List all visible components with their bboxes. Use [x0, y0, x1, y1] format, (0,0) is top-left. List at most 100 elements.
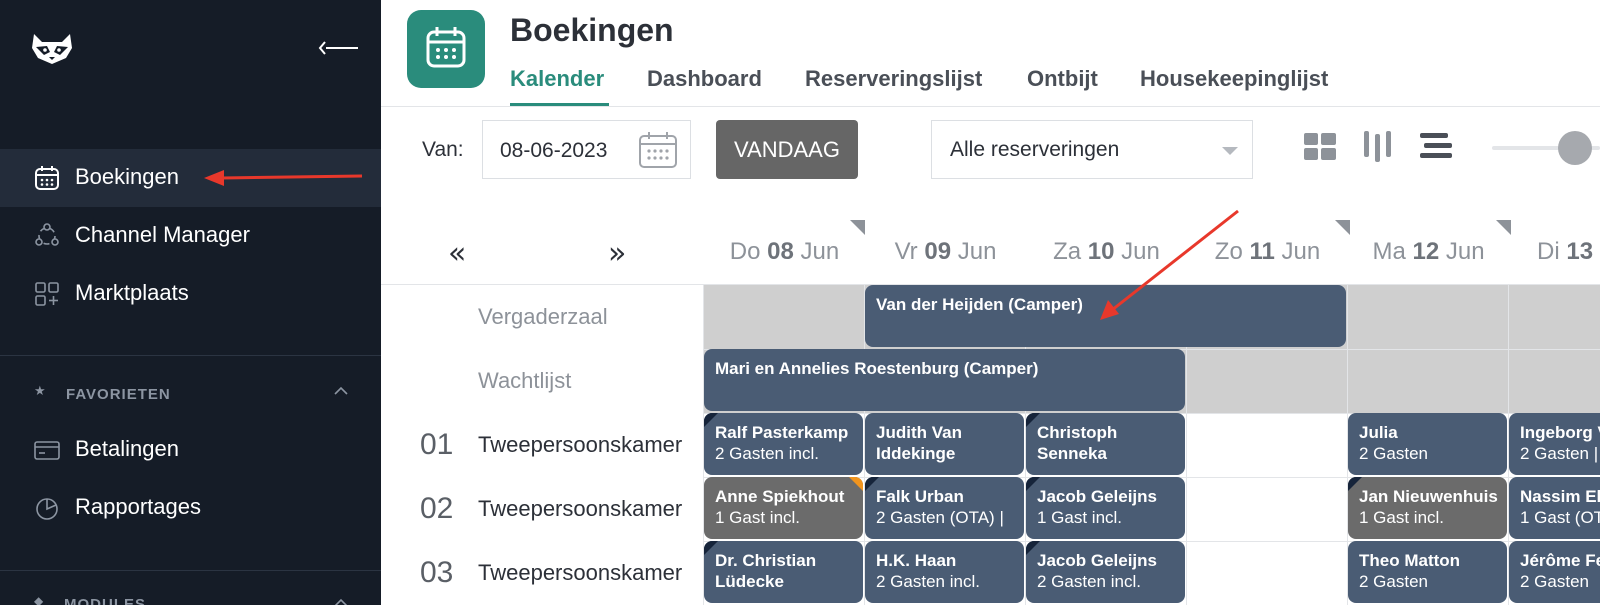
day-header[interactable]: Do 08 Jun — [704, 238, 865, 266]
tab-reserveringslijst[interactable]: Reserveringslijst — [805, 66, 982, 92]
day-header[interactable]: Ma 12 Jun — [1348, 238, 1509, 266]
day-of-week: Vr — [894, 238, 918, 265]
day-header[interactable]: Di 13 — [1509, 238, 1600, 266]
grid-view-icon[interactable] — [1302, 128, 1338, 164]
booking-block[interactable]: H.K. Haan 2 Gasten incl. — [865, 541, 1024, 603]
day-month: Jun — [800, 238, 840, 265]
sidebar: Boekingen Channel Manager Marktplaats ★ … — [0, 0, 381, 605]
day-header[interactable]: Zo 11 Jun — [1187, 238, 1348, 266]
day-note-marker — [850, 220, 865, 235]
row-label-vergaderzaal: Vergaderzaal — [478, 304, 608, 329]
booking-guest-name: Nassim El — [1520, 487, 1600, 506]
calendar-picker-icon[interactable] — [638, 131, 678, 169]
sidebar-divider — [0, 570, 381, 571]
day-month: Jun — [1281, 238, 1321, 265]
room-name: Tweepersoonskamer — [478, 560, 683, 585]
booking-flag-marker — [849, 477, 863, 491]
booking-guest-name: Jérôme Fe — [1520, 551, 1600, 570]
date-field[interactable]: 08-06-2023 — [482, 120, 691, 179]
booking-details: Lüdecke — [715, 572, 784, 591]
sidebar-item-betalingen[interactable]: Betalingen — [0, 421, 381, 479]
collapse-arrow-icon[interactable] — [318, 36, 360, 60]
tab-housekeepinglijst[interactable]: Housekeepinglijst — [1140, 66, 1328, 92]
modules-section-header[interactable]: ◆ MODULES — [34, 592, 354, 605]
day-month: Jun — [1445, 238, 1485, 265]
day-header[interactable]: Vr 09 Jun — [865, 238, 1026, 266]
next-week-button[interactable]: » — [608, 236, 626, 271]
booking-block[interactable]: Jacob Geleijns 2 Gasten incl. — [1026, 541, 1185, 603]
tab-dashboard[interactable]: Dashboard — [647, 66, 762, 92]
header-divider — [381, 106, 1600, 107]
booking-block[interactable]: Theo Matton 2 Gasten — [1348, 541, 1507, 603]
chevron-up-icon — [334, 386, 348, 395]
booking-block[interactable]: Julia 2 Gasten — [1348, 413, 1507, 475]
sidebar-item-boekingen[interactable]: Boekingen — [0, 149, 381, 207]
columns-view-icon[interactable] — [1360, 128, 1396, 164]
room-number: 01 — [420, 428, 454, 461]
today-button[interactable]: VANDAAG — [716, 120, 858, 179]
tab-ontbijt[interactable]: Ontbijt — [1027, 66, 1098, 92]
day-of-week: Zo — [1214, 238, 1243, 265]
app-icon — [407, 10, 485, 88]
day-date: 13 — [1566, 238, 1594, 265]
modules-icon: ◆ — [34, 594, 44, 605]
room-name: Tweepersoonskamer — [478, 432, 683, 457]
sidebar-divider — [0, 355, 381, 356]
raccoon-logo-icon[interactable] — [30, 32, 74, 66]
booking-block[interactable]: Anne Spiekhout 1 Gast incl. — [704, 477, 863, 539]
booking-guest-name: Ralf Pasterkamp — [715, 423, 849, 442]
day-header[interactable]: Za 10 Jun — [1026, 238, 1187, 266]
zoom-slider-thumb[interactable] — [1558, 131, 1592, 165]
room-name: Tweepersoonskamer — [478, 496, 683, 521]
booking-block[interactable]: Mari en Annelies Roestenburg (Camper) — [704, 349, 1185, 411]
booking-guest-name: Theo Matton — [1359, 551, 1461, 570]
filter-value: Alle reserveringen — [950, 138, 1120, 161]
day-date: 09 — [924, 238, 952, 265]
booking-block[interactable]: Jacob Geleijns 1 Gast incl. — [1026, 477, 1185, 539]
booking-block[interactable]: Jan Nieuwenhuis 1 Gast incl. — [1348, 477, 1507, 539]
rows-view-icon[interactable] — [1418, 128, 1454, 164]
sidebar-item-channel-manager[interactable]: Channel Manager — [0, 207, 381, 265]
booking-guest-name: Julia — [1359, 423, 1398, 442]
sidebar-item-marktplaats[interactable]: Marktplaats — [0, 265, 381, 323]
reservations-filter-select[interactable]: Alle reserveringen — [931, 120, 1253, 179]
booking-details: 2 Gasten incl. — [1037, 572, 1141, 591]
day-date: 12 — [1412, 238, 1440, 265]
booking-details: 2 Gasten — [1520, 572, 1589, 591]
booking-block[interactable]: Nassim El 1 Gast (OT — [1509, 477, 1600, 539]
sidebar-item-rapportages[interactable]: Rapportages — [0, 479, 381, 537]
booking-block[interactable]: Judith Van Iddekinge — [865, 413, 1024, 475]
day-note-marker — [1335, 220, 1350, 235]
booking-block[interactable]: Christoph Senneka — [1026, 413, 1185, 475]
booking-block[interactable]: Falk Urban 2 Gasten (OTA) | — [865, 477, 1024, 539]
booking-details: 2 Gasten — [1359, 572, 1428, 591]
sidebar-item-label: Boekingen — [75, 164, 179, 189]
calendar-icon — [426, 27, 466, 68]
day-of-week: Ma — [1372, 238, 1406, 265]
day-month: Jun — [1121, 238, 1160, 265]
booking-details: 1 Gast (OT — [1520, 508, 1600, 527]
booking-guest-name: Mari en Annelies Roestenburg (Camper) — [715, 359, 1039, 378]
day-month: Jun — [957, 238, 997, 265]
tab-kalender[interactable]: Kalender — [510, 66, 604, 92]
booking-block[interactable]: Jérôme Fe 2 Gasten — [1509, 541, 1600, 603]
booking-details: 2 Gasten | — [1520, 444, 1599, 463]
booking-details: 2 Gasten (OTA) | — [876, 508, 1004, 527]
date-value: 08-06-2023 — [500, 139, 608, 162]
booking-block[interactable]: Ralf Pasterkamp 2 Gasten incl. — [704, 413, 863, 475]
booking-block[interactable]: Dr. Christian Lüdecke — [704, 541, 863, 603]
calendar-grid: Van der Heijden (Camper) Mari en Annelie… — [704, 285, 1600, 605]
booking-block[interactable]: Ingeborg V 2 Gasten | — [1509, 413, 1600, 475]
booking-guest-name: Anne Spiekhout — [715, 487, 845, 506]
booking-details: 1 Gast incl. — [1359, 508, 1445, 527]
booking-guest-name: H.K. Haan — [876, 551, 957, 570]
calendar-icon — [35, 166, 59, 190]
booking-block[interactable]: Van der Heijden (Camper) — [865, 285, 1346, 347]
chevron-up-icon — [334, 598, 348, 605]
sidebar-item-label: Marktplaats — [75, 280, 189, 305]
favorites-section-header[interactable]: ★ FAVORIETEN — [34, 384, 354, 404]
day-date: 10 — [1087, 238, 1115, 265]
room-number: 03 — [420, 556, 454, 589]
previous-week-button[interactable]: « — [448, 236, 466, 271]
booking-details: Iddekinge — [876, 444, 956, 463]
